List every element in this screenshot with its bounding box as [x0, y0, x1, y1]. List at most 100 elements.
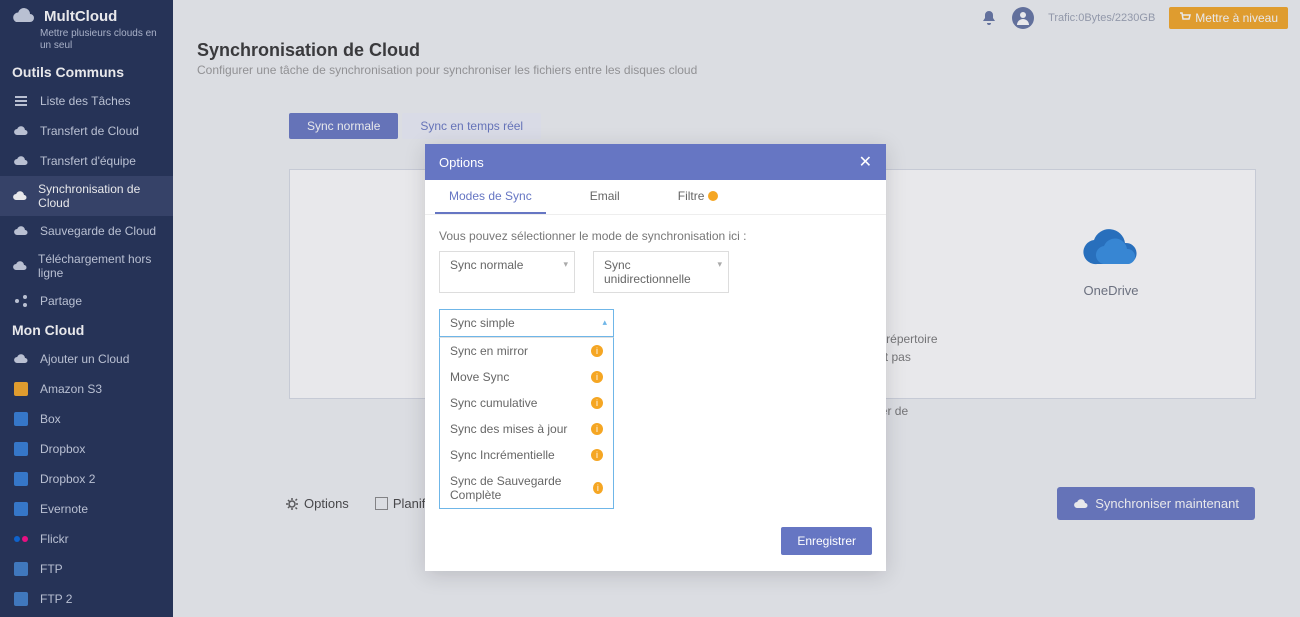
nav-label: Liste des Tâches	[40, 94, 131, 108]
ftp-icon	[12, 560, 30, 578]
nav-cloud-sync[interactable]: Synchronisation de Cloud	[0, 176, 173, 216]
evernote-icon	[12, 500, 30, 518]
modal-tabs: Modes de Sync Email Filtre	[425, 180, 886, 215]
nav-offline-download[interactable]: Téléchargement hors ligne	[0, 246, 173, 286]
chevron-down-icon: ▾	[717, 259, 722, 270]
section-mycloud-title: Mon Cloud	[0, 316, 173, 344]
traffic-label: Trafic:0Bytes/2230GB	[1048, 12, 1155, 24]
nav-amazon-s3[interactable]: Amazon S3	[0, 374, 173, 404]
nav-label: Transfert de Cloud	[40, 124, 139, 138]
nav-label: Dropbox	[40, 442, 85, 456]
modal-header: Options ✕	[425, 144, 886, 180]
gear-icon	[285, 497, 299, 511]
flickr-icon	[12, 530, 30, 548]
options-button[interactable]: Options	[285, 496, 349, 511]
nav-label: FTP	[40, 562, 63, 576]
nav-team-transfer[interactable]: Transfert d'équipe	[0, 146, 173, 176]
download-icon	[12, 257, 28, 275]
select-dropdown-list: Sync en mirrori Move Synci Sync cumulati…	[439, 337, 614, 509]
option-incremental-sync[interactable]: Sync Incrémentiellei	[440, 442, 613, 468]
info-icon[interactable]: i	[591, 345, 603, 357]
checkbox-icon	[375, 497, 388, 510]
cloud-plus-icon	[12, 350, 30, 368]
topbar: Trafic:0Bytes/2230GB Mettre à niveau	[173, 0, 1300, 36]
page-title: Synchronisation de Cloud	[197, 40, 1276, 61]
chevron-up-icon: ▴	[602, 317, 607, 328]
mtab-sync-modes[interactable]: Modes de Sync	[435, 180, 546, 214]
options-modal: Options ✕ Modes de Sync Email Filtre Vou…	[425, 144, 886, 571]
dropbox-icon	[12, 470, 30, 488]
mtab-filter[interactable]: Filtre	[664, 180, 733, 214]
option-update-sync[interactable]: Sync des mises à jouri	[440, 416, 613, 442]
nav-task-list[interactable]: Liste des Tâches	[0, 86, 173, 116]
nav-label: Ajouter un Cloud	[40, 352, 129, 366]
sidebar: MultCloud Mettre plusieurs clouds en un …	[0, 0, 173, 617]
info-icon[interactable]: i	[591, 423, 603, 435]
brand-name: MultCloud	[44, 8, 117, 25]
modal-title: Options	[439, 155, 484, 170]
nav-dropbox2[interactable]: Dropbox 2	[0, 464, 173, 494]
nav-box[interactable]: Box	[0, 404, 173, 434]
nav-cloud-backup[interactable]: Sauvegarde de Cloud	[0, 216, 173, 246]
box-icon	[12, 410, 30, 428]
option-move-sync[interactable]: Move Synci	[440, 364, 613, 390]
notifications-icon[interactable]	[980, 9, 998, 27]
logo[interactable]: MultCloud	[0, 0, 173, 28]
target-label: OneDrive	[1077, 283, 1145, 298]
section-common-title: Outils Communs	[0, 58, 173, 86]
target-cloud[interactable]: OneDrive	[1077, 225, 1145, 298]
sync-tabs: Sync normale Sync en temps réel	[289, 113, 1276, 139]
nav-dropbox[interactable]: Dropbox	[0, 434, 173, 464]
cloud-icon	[12, 122, 30, 140]
option-mirror-sync[interactable]: Sync en mirrori	[440, 338, 613, 364]
nav-label: Flickr	[40, 532, 69, 546]
nav-add-cloud[interactable]: Ajouter un Cloud	[0, 344, 173, 374]
select-sync-mode: Sync simple▴ Sync en mirrori Move Synci …	[439, 309, 614, 509]
option-cumulative-sync[interactable]: Sync cumulativei	[440, 390, 613, 416]
nav-label: Box	[40, 412, 61, 426]
tab-realtime-sync[interactable]: Sync en temps réel	[402, 113, 541, 139]
info-icon[interactable]: i	[591, 397, 603, 409]
option-full-backup-sync[interactable]: Sync de Sauvegarde Complètei	[440, 468, 613, 508]
page-subtitle: Configurer une tâche de synchronisation …	[197, 63, 1276, 77]
nav-cloud-transfer[interactable]: Transfert de Cloud	[0, 116, 173, 146]
nav-label: Partage	[40, 294, 82, 308]
save-button[interactable]: Enregistrer	[781, 527, 872, 555]
sync-now-button[interactable]: Synchroniser maintenant	[1057, 487, 1255, 520]
share-icon	[12, 292, 30, 310]
nav-ftp2[interactable]: FTP 2	[0, 584, 173, 614]
info-icon[interactable]: i	[593, 482, 603, 494]
info-icon[interactable]: i	[591, 449, 603, 461]
cloud-sync-icon	[1073, 498, 1089, 510]
tagline: Mettre plusieurs clouds en un seul	[0, 28, 173, 58]
close-icon[interactable]: ✕	[859, 152, 872, 172]
user-avatar[interactable]	[1012, 7, 1034, 29]
mtab-email[interactable]: Email	[576, 180, 634, 214]
nav-label: Dropbox 2	[40, 472, 95, 486]
onedrive-icon	[1077, 225, 1145, 271]
nav-label: Evernote	[40, 502, 88, 516]
select-sync-mode-selected[interactable]: Sync simple▴	[439, 309, 614, 337]
select-direction[interactable]: Sync unidirectionnelle▾	[593, 251, 729, 293]
nav-label: Sauvegarde de Cloud	[40, 224, 156, 238]
upgrade-button[interactable]: Mettre à niveau	[1169, 7, 1288, 29]
nav-flickr[interactable]: Flickr	[0, 524, 173, 554]
nav-label: Transfert d'équipe	[40, 154, 136, 168]
sync-icon	[12, 187, 28, 205]
nav-ftp[interactable]: FTP	[0, 554, 173, 584]
nav-label: Amazon S3	[40, 382, 102, 396]
badge-dot-icon	[708, 191, 718, 201]
nav-label: Téléchargement hors ligne	[38, 252, 161, 280]
tab-normal-sync[interactable]: Sync normale	[289, 113, 398, 139]
info-icon[interactable]: i	[591, 371, 603, 383]
nav-share[interactable]: Partage	[0, 286, 173, 316]
nav-evernote[interactable]: Evernote	[0, 494, 173, 524]
cloud-icon	[12, 222, 30, 240]
modal-instruction: Vous pouvez sélectionner le mode de sync…	[439, 229, 872, 243]
dropbox-icon	[12, 440, 30, 458]
select-sync-type[interactable]: Sync normale▾	[439, 251, 575, 293]
s3-icon	[12, 380, 30, 398]
chevron-down-icon: ▾	[563, 259, 568, 270]
list-icon	[12, 92, 30, 110]
cart-icon	[1179, 12, 1191, 24]
